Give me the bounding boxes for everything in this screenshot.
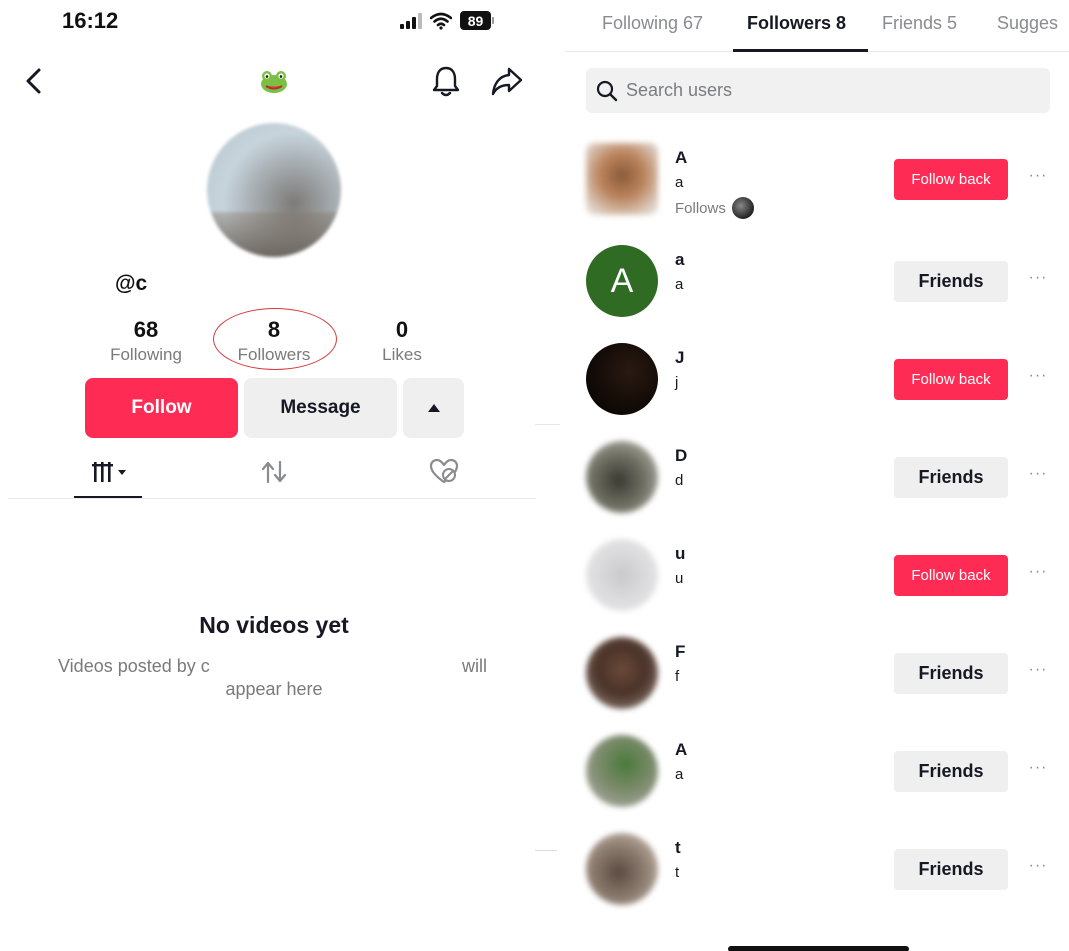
- avatar[interactable]: A: [586, 245, 658, 317]
- tab-reposts[interactable]: [252, 456, 296, 488]
- follower-handle: t: [675, 864, 680, 881]
- more-icon[interactable]: ···: [1027, 563, 1049, 587]
- profile-username: @c: [115, 272, 148, 295]
- avatar[interactable]: [586, 735, 658, 807]
- profile-screen: 16:12 89 @c 68 Following 8 Followers 0 L…: [0, 0, 545, 951]
- empty-state-text-end: will: [462, 656, 487, 676]
- more-icon[interactable]: ···: [1027, 759, 1049, 783]
- list-item[interactable]: A a Follows Follow back ···: [565, 134, 1069, 224]
- profile-avatar[interactable]: [207, 123, 341, 257]
- follower-handle: a: [675, 174, 684, 191]
- avatar[interactable]: [586, 441, 658, 513]
- follow-tabs: Following 67 Followers 8 Friends 5 Sugge…: [565, 0, 1069, 52]
- follower-handle: d: [675, 472, 684, 489]
- divider: [535, 424, 560, 425]
- battery-icon: 89: [460, 11, 494, 30]
- avatar[interactable]: [586, 343, 658, 415]
- follower-handle: u: [675, 570, 684, 587]
- battery-level: 89: [460, 11, 491, 30]
- tab-following[interactable]: Following 67: [602, 13, 703, 34]
- tab-suggested[interactable]: Sugges: [997, 13, 1058, 34]
- follow-back-button[interactable]: Follow back: [894, 555, 1008, 596]
- avatar[interactable]: [586, 539, 658, 611]
- friends-button[interactable]: Friends: [894, 849, 1008, 890]
- search-input[interactable]: [626, 80, 1026, 101]
- list-item[interactable]: J j Follow back ···: [565, 334, 1069, 424]
- follower-name: A: [675, 740, 688, 759]
- friends-button[interactable]: Friends: [894, 261, 1008, 302]
- repost-icon: [261, 460, 287, 484]
- following-stat[interactable]: 68 Following: [100, 316, 192, 366]
- annotation-ring: [213, 308, 337, 370]
- signal-icon: [400, 12, 422, 29]
- more-icon[interactable]: ···: [1027, 857, 1049, 881]
- follower-name: u: [675, 544, 686, 563]
- follower-name: a: [675, 250, 685, 269]
- search-icon: [596, 80, 618, 101]
- list-item[interactable]: t t Friends ···: [565, 824, 1069, 914]
- triangle-up-icon: [427, 404, 440, 412]
- more-icon[interactable]: ···: [1027, 367, 1049, 391]
- bell-icon[interactable]: [430, 64, 462, 98]
- follower-handle: f: [675, 668, 680, 685]
- liked-hidden-icon: [429, 458, 459, 484]
- list-item[interactable]: u u Follow back ···: [565, 530, 1069, 620]
- tab-videos[interactable]: [74, 456, 142, 488]
- back-icon[interactable]: [22, 66, 46, 96]
- follow-button[interactable]: Follow: [85, 378, 238, 438]
- tab-liked[interactable]: [422, 456, 466, 488]
- message-button[interactable]: Message: [244, 378, 397, 438]
- divider: [8, 498, 536, 499]
- more-icon[interactable]: ···: [1027, 661, 1049, 685]
- frog-emoji-icon: [261, 71, 287, 93]
- more-icon[interactable]: ···: [1027, 269, 1049, 293]
- home-indicator: [728, 946, 909, 951]
- search-bar[interactable]: [586, 68, 1050, 113]
- list-item[interactable]: F f Friends ···: [565, 628, 1069, 718]
- list-item[interactable]: D d Friends ···: [565, 432, 1069, 522]
- follower-handle: a: [675, 276, 684, 293]
- follows-you-label: Follows: [675, 197, 754, 219]
- friends-button[interactable]: Friends: [894, 751, 1008, 792]
- followers-screen: Following 67 Followers 8 Friends 5 Sugge…: [565, 0, 1069, 951]
- active-tab-indicator: [733, 49, 868, 52]
- list-item[interactable]: A a Friends ···: [565, 726, 1069, 816]
- follower-name: J: [675, 348, 685, 367]
- share-icon[interactable]: [490, 64, 524, 98]
- status-time: 16:12: [62, 8, 119, 33]
- following-count: 68: [133, 317, 159, 342]
- follow-back-button[interactable]: Follow back: [894, 159, 1008, 200]
- likes-label: Likes: [382, 345, 422, 364]
- divider: [535, 850, 557, 851]
- likes-stat: 0 Likes: [378, 316, 426, 366]
- friends-button[interactable]: Friends: [894, 457, 1008, 498]
- friends-button[interactable]: Friends: [894, 653, 1008, 694]
- grid-icon: [92, 462, 126, 482]
- tab-followers[interactable]: Followers 8: [747, 13, 846, 34]
- follower-name: F: [675, 642, 686, 661]
- more-icon[interactable]: ···: [1027, 465, 1049, 489]
- status-icons: 89: [400, 11, 494, 30]
- avatar[interactable]: [586, 143, 658, 215]
- avatar[interactable]: [586, 833, 658, 905]
- follower-name: A: [675, 148, 688, 167]
- follower-handle: a: [675, 766, 684, 783]
- avatar[interactable]: [586, 637, 658, 709]
- follower-name: D: [675, 446, 688, 465]
- more-icon[interactable]: ···: [1027, 167, 1049, 191]
- empty-state-text: Videos posted by c: [58, 656, 210, 676]
- mini-avatar: [731, 197, 754, 219]
- likes-count: 0: [395, 317, 409, 342]
- follower-name: t: [675, 838, 681, 857]
- list-item[interactable]: A a a Friends ···: [565, 236, 1069, 326]
- follow-back-button[interactable]: Follow back: [894, 359, 1008, 400]
- wifi-icon: [430, 12, 452, 30]
- tab-friends[interactable]: Friends 5: [882, 13, 957, 34]
- expand-suggestions-button[interactable]: [403, 378, 464, 438]
- empty-state-title: No videos yet: [199, 612, 349, 638]
- follower-handle: j: [675, 374, 679, 391]
- empty-state-text-line2: appear here: [225, 679, 323, 699]
- following-label: Following: [110, 345, 182, 364]
